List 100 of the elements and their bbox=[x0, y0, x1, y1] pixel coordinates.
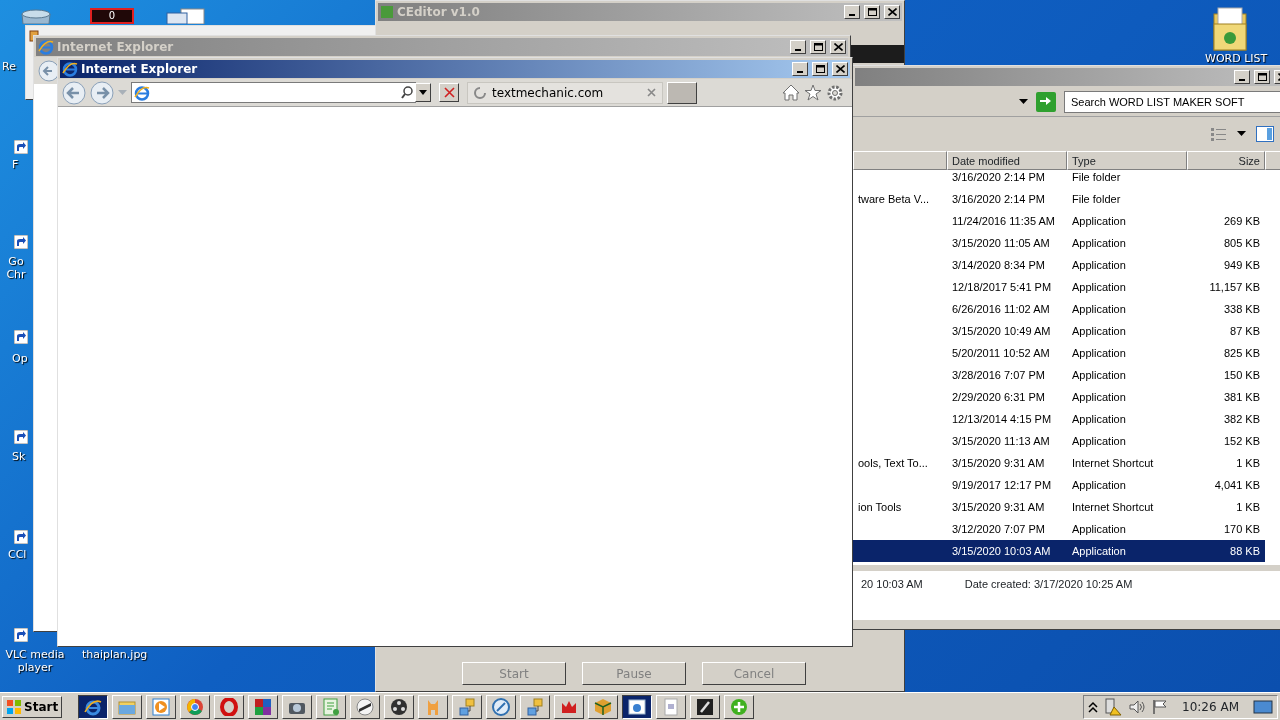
selected-row[interactable]: 3/15/2020 10:03 AM Application 88 KB bbox=[853, 540, 1265, 562]
file-row[interactable]: 12/18/2017 5:41 PM Application 11,157 KB bbox=[853, 276, 1265, 298]
document-icon[interactable] bbox=[165, 8, 205, 24]
file-row[interactable]: tware Beta V... 3/16/2020 2:14 PM File folder bbox=[853, 188, 1265, 210]
browser-logo-icon bbox=[38, 39, 54, 55]
file-row[interactable]: 9/19/2017 12:17 PM Application 4,041 KB bbox=[853, 474, 1265, 496]
flag-icon[interactable] bbox=[1152, 698, 1169, 715]
file-row[interactable]: 3/15/2020 11:13 AM Application 152 KB bbox=[853, 430, 1265, 452]
clock[interactable]: 10:26 AM bbox=[1182, 697, 1239, 716]
close-button[interactable] bbox=[884, 5, 900, 19]
counter-widget[interactable]: 0 bbox=[90, 8, 134, 24]
desktop-icon-label[interactable]: Go Chr bbox=[4, 255, 28, 281]
file-row[interactable]: 3/12/2020 7:07 PM Application 170 KB bbox=[853, 518, 1265, 540]
play-icon bbox=[152, 697, 171, 716]
file-row[interactable]: 12/13/2014 4:15 PM Application 382 KB bbox=[853, 408, 1265, 430]
file-row[interactable]: 3/15/2020 10:49 AM Application 87 KB bbox=[853, 320, 1265, 342]
speaker-icon[interactable] bbox=[1128, 698, 1147, 715]
search-field[interactable]: Search WORD LIST MAKER SOFT bbox=[1064, 90, 1280, 113]
shortcut-arrow-icon[interactable] bbox=[14, 530, 28, 544]
shortcut-arrow-icon[interactable] bbox=[14, 140, 28, 154]
maximize-button[interactable] bbox=[810, 40, 826, 54]
pencil-icon bbox=[696, 697, 715, 716]
date-cell-text: 3/15/2020 10:49 AM bbox=[951, 323, 1052, 339]
shortcut-arrow-icon[interactable] bbox=[14, 628, 28, 642]
maximize-button[interactable] bbox=[1254, 70, 1270, 84]
shortcut-arrow-icon[interactable] bbox=[14, 330, 28, 344]
address-bar[interactable] bbox=[131, 82, 416, 103]
preview-pane-icon[interactable] bbox=[1256, 126, 1274, 142]
taskbar-button[interactable] bbox=[622, 694, 653, 719]
list-icon bbox=[322, 697, 341, 716]
minimize-button[interactable] bbox=[790, 40, 806, 54]
maximize-button[interactable] bbox=[812, 62, 828, 76]
column-header[interactable]: Date modified bbox=[947, 151, 1067, 170]
desktop-icon-label[interactable]: thaiplan.jpg bbox=[82, 648, 148, 661]
dropdown-arrow-icon[interactable] bbox=[1019, 98, 1028, 105]
star-icon[interactable] bbox=[804, 84, 822, 101]
shortcut-arrow-icon[interactable] bbox=[14, 430, 28, 444]
file-name: ion Tools bbox=[857, 499, 903, 515]
taskbar-button[interactable] bbox=[78, 694, 109, 719]
show-hidden-icons-icon[interactable] bbox=[1088, 700, 1099, 713]
close-icon bbox=[887, 8, 897, 16]
forward-button-icon[interactable] bbox=[90, 80, 114, 105]
loading-spinner-icon bbox=[474, 86, 486, 99]
file-row[interactable]: ools, Text To... 3/15/2020 9:31 AM Internet Shortcut 1 KB bbox=[853, 452, 1265, 474]
counter-value: 0 bbox=[108, 10, 116, 22]
file-row[interactable]: 5/20/2011 10:52 AM Application 825 KB bbox=[853, 342, 1265, 364]
type-cell-text: Application bbox=[1071, 543, 1127, 559]
show-desktop-icon[interactable] bbox=[1253, 698, 1273, 715]
column-header[interactable]: Type bbox=[1067, 151, 1187, 170]
maximize-icon bbox=[867, 8, 877, 16]
new-tab-button[interactable] bbox=[667, 81, 697, 104]
shortcut-arrow-icon[interactable] bbox=[14, 235, 28, 249]
close-button[interactable] bbox=[832, 62, 848, 76]
stop-button[interactable] bbox=[439, 83, 459, 102]
minimize-button[interactable] bbox=[792, 62, 808, 76]
maximize-icon bbox=[815, 65, 825, 73]
minimize-button[interactable] bbox=[844, 5, 860, 19]
size-cell-text: 269 KB bbox=[1222, 213, 1261, 229]
search-icon[interactable] bbox=[401, 86, 413, 99]
file-row[interactable]: 6/26/2016 11:02 AM Application 338 KB bbox=[853, 298, 1265, 320]
file-row[interactable]: ion Tools 3/15/2020 9:31 AM Internet Shortcut 1 KB bbox=[853, 496, 1265, 518]
file-name: ools, Text To... bbox=[857, 455, 929, 471]
browser-tab[interactable]: textmechanic.com bbox=[467, 81, 663, 104]
dropdown-arrow-icon[interactable] bbox=[1237, 131, 1246, 137]
window-icon bbox=[628, 697, 647, 716]
file-row[interactable]: 3/28/2016 7:07 PM Application 150 KB bbox=[853, 364, 1265, 386]
desktop-icon-label[interactable]: F bbox=[12, 158, 19, 171]
minimize-button[interactable] bbox=[1234, 70, 1250, 84]
network-warning-icon[interactable] bbox=[1104, 697, 1123, 716]
type-cell-text: Application bbox=[1071, 389, 1127, 405]
file-row[interactable]: 2/29/2020 6:31 PM Application 381 KB bbox=[853, 386, 1265, 408]
file-row[interactable]: 3/15/2020 11:05 AM Application 805 KB bbox=[853, 232, 1265, 254]
close-button[interactable] bbox=[830, 40, 846, 54]
desktop-icon-label[interactable]: Op bbox=[12, 352, 28, 365]
desktop-icon-label[interactable]: VLC media player bbox=[0, 648, 70, 674]
maximize-button[interactable] bbox=[864, 5, 880, 19]
file-row[interactable]: 11/24/2016 11:35 AM Application 269 KB bbox=[853, 210, 1265, 232]
network-icon bbox=[458, 697, 477, 716]
file-row[interactable]: 3/14/2020 8:34 PM Application 949 KB bbox=[853, 254, 1265, 276]
window-title: Internet Explorer bbox=[81, 61, 198, 78]
date-cell-text: 3/16/2020 2:14 PM bbox=[951, 191, 1046, 207]
date-cell-text: 3/28/2016 7:07 PM bbox=[951, 367, 1046, 383]
desktop-icon-label[interactable]: CCl bbox=[8, 548, 27, 561]
window-title: CEditor v1.0 bbox=[397, 4, 480, 21]
date-cell-text: 9/19/2017 12:17 PM bbox=[951, 477, 1053, 493]
dropdown-button[interactable] bbox=[415, 83, 431, 102]
close-icon bbox=[833, 43, 843, 51]
column-header[interactable]: Size bbox=[1187, 151, 1265, 170]
start-button[interactable]: Start bbox=[2, 695, 63, 718]
desktop-icon-label[interactable]: WORD LIST bbox=[1205, 52, 1268, 65]
desktop-icon-label[interactable]: Re bbox=[2, 60, 16, 73]
home-icon[interactable] bbox=[782, 84, 800, 101]
settings-icon[interactable] bbox=[826, 83, 844, 102]
date-cell-text: 3/15/2020 10:03 AM bbox=[951, 543, 1052, 559]
back-button-icon[interactable] bbox=[62, 80, 86, 105]
type-cell-text: Application bbox=[1071, 477, 1127, 493]
desktop-icon-label[interactable]: Sk bbox=[12, 450, 26, 463]
folder-icon[interactable] bbox=[1212, 6, 1248, 52]
refresh-icon[interactable] bbox=[1036, 91, 1056, 112]
close-tab-icon[interactable] bbox=[647, 88, 656, 97]
